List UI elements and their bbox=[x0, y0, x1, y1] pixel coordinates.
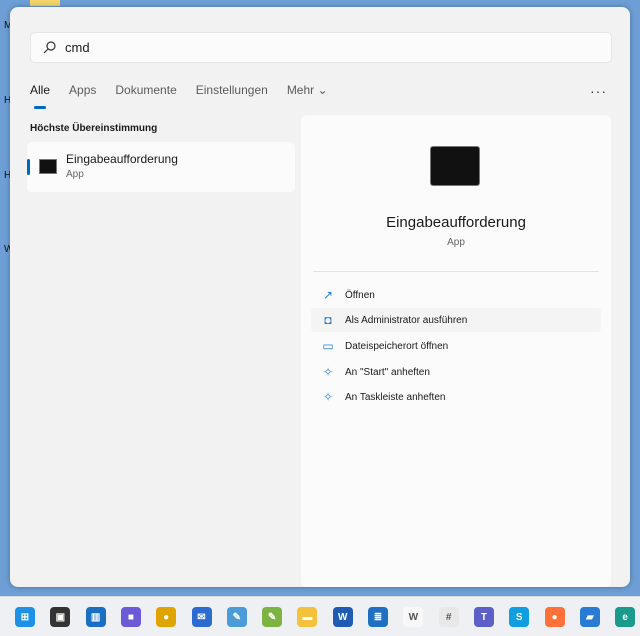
divider bbox=[313, 271, 599, 272]
taskbar-chat-icon[interactable]: ■ bbox=[120, 607, 141, 627]
folder-icon: ▭ bbox=[322, 339, 334, 353]
tab-apps[interactable]: Apps bbox=[69, 83, 96, 97]
search-panel: cmd Alle Apps Dokumente Einstellungen Me… bbox=[10, 7, 630, 587]
action-label: An Taskleiste anheften bbox=[345, 391, 446, 403]
action-pin-to-start[interactable]: ✧ An "Start" anheften bbox=[311, 360, 601, 384]
tab-alle[interactable]: Alle bbox=[30, 83, 50, 109]
taskbar-start-icon[interactable]: ⊞ bbox=[15, 607, 35, 627]
taskbar-paint-icon[interactable]: ✎ bbox=[226, 607, 247, 627]
detail-pane: Eingabeaufforderung App ↗ Öffnen ◘ Als Adm… bbox=[301, 115, 611, 587]
taskbar-skype-icon[interactable]: S bbox=[509, 607, 530, 627]
action-pin-to-taskbar[interactable]: ✧ An Taskleiste anheften bbox=[311, 385, 601, 409]
search-icon bbox=[43, 41, 56, 54]
taskbar-thunderbird-icon[interactable]: ✉ bbox=[191, 607, 212, 627]
taskbar-chrome-icon[interactable]: ● bbox=[156, 607, 177, 627]
more-options-button[interactable]: ··· bbox=[590, 83, 607, 99]
action-open-file-location[interactable]: ▭ Dateispeicherort öffnen bbox=[311, 334, 601, 358]
filter-tabs: Alle Apps Dokumente Einstellungen Mehr ⌄ bbox=[30, 83, 347, 109]
action-label: Dateispeicherort öffnen bbox=[345, 340, 449, 352]
action-label: Als Administrator ausführen bbox=[345, 314, 468, 326]
tab-dokumente[interactable]: Dokumente bbox=[115, 83, 176, 97]
taskbar-notepad-plus-icon[interactable]: ✎ bbox=[262, 607, 283, 627]
command-prompt-large-icon bbox=[430, 146, 480, 186]
result-type: App bbox=[66, 169, 84, 180]
open-external-icon: ↗ bbox=[322, 288, 334, 302]
pin-icon: ✧ bbox=[322, 390, 334, 404]
taskbar-slack-icon[interactable]: # bbox=[438, 607, 459, 627]
desktop-folder-icon bbox=[30, 0, 60, 6]
taskbar-teams-icon[interactable]: T bbox=[473, 607, 494, 627]
best-match-item[interactable]: Eingabeaufforderung App bbox=[27, 142, 295, 192]
action-open[interactable]: ↗ Öffnen bbox=[311, 283, 601, 307]
detail-type: App bbox=[447, 237, 465, 248]
taskbar-file-explorer-icon[interactable]: ▬ bbox=[297, 607, 318, 627]
taskbar-edge-icon[interactable]: e bbox=[615, 607, 636, 627]
shield-admin-icon: ◘ bbox=[324, 313, 332, 327]
taskbar-news-icon[interactable]: ≣ bbox=[368, 607, 388, 627]
search-input[interactable]: cmd bbox=[30, 32, 612, 63]
taskbar: ⊞ ▣ ▥ ■ ● ✉ ✎ ✎ ▬ W ≣ W # T S ● ▰ e bbox=[0, 596, 640, 636]
taskbar-remote-desktop-icon[interactable]: ▰ bbox=[579, 607, 600, 627]
action-run-as-admin[interactable]: ◘ Als Administrator ausführen bbox=[311, 308, 601, 332]
action-label: An "Start" anheften bbox=[345, 366, 430, 378]
tab-einstellungen[interactable]: Einstellungen bbox=[196, 83, 268, 97]
detail-title: Eingabeaufforderung bbox=[386, 214, 526, 231]
tab-mehr[interactable]: Mehr ⌄ bbox=[287, 83, 328, 97]
taskbar-firefox-icon[interactable]: ● bbox=[544, 607, 565, 627]
command-prompt-icon bbox=[39, 159, 57, 174]
pin-icon: ✧ bbox=[322, 365, 334, 379]
taskbar-wikipedia-icon[interactable]: W bbox=[403, 607, 424, 627]
result-name: Eingabeaufforderung bbox=[66, 152, 178, 166]
selection-indicator bbox=[27, 159, 30, 175]
taskbar-word-icon[interactable]: W bbox=[332, 607, 353, 627]
section-title: Höchste Übereinstimmung bbox=[30, 123, 158, 134]
search-query: cmd bbox=[65, 40, 90, 55]
taskbar-widgets-icon[interactable]: ▥ bbox=[85, 607, 106, 627]
taskbar-task-view-icon[interactable]: ▣ bbox=[50, 607, 71, 627]
action-label: Öffnen bbox=[345, 289, 375, 301]
